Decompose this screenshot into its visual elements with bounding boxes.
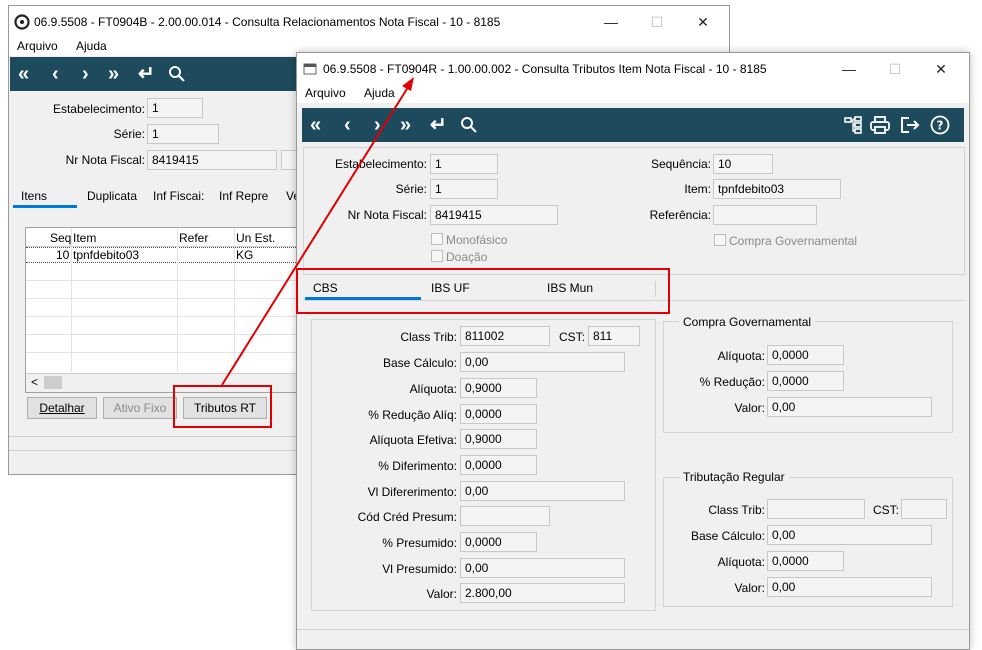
annotation-arrow [221, 77, 414, 386]
arrow-head-icon [402, 77, 414, 91]
arrow-line [221, 83, 411, 386]
